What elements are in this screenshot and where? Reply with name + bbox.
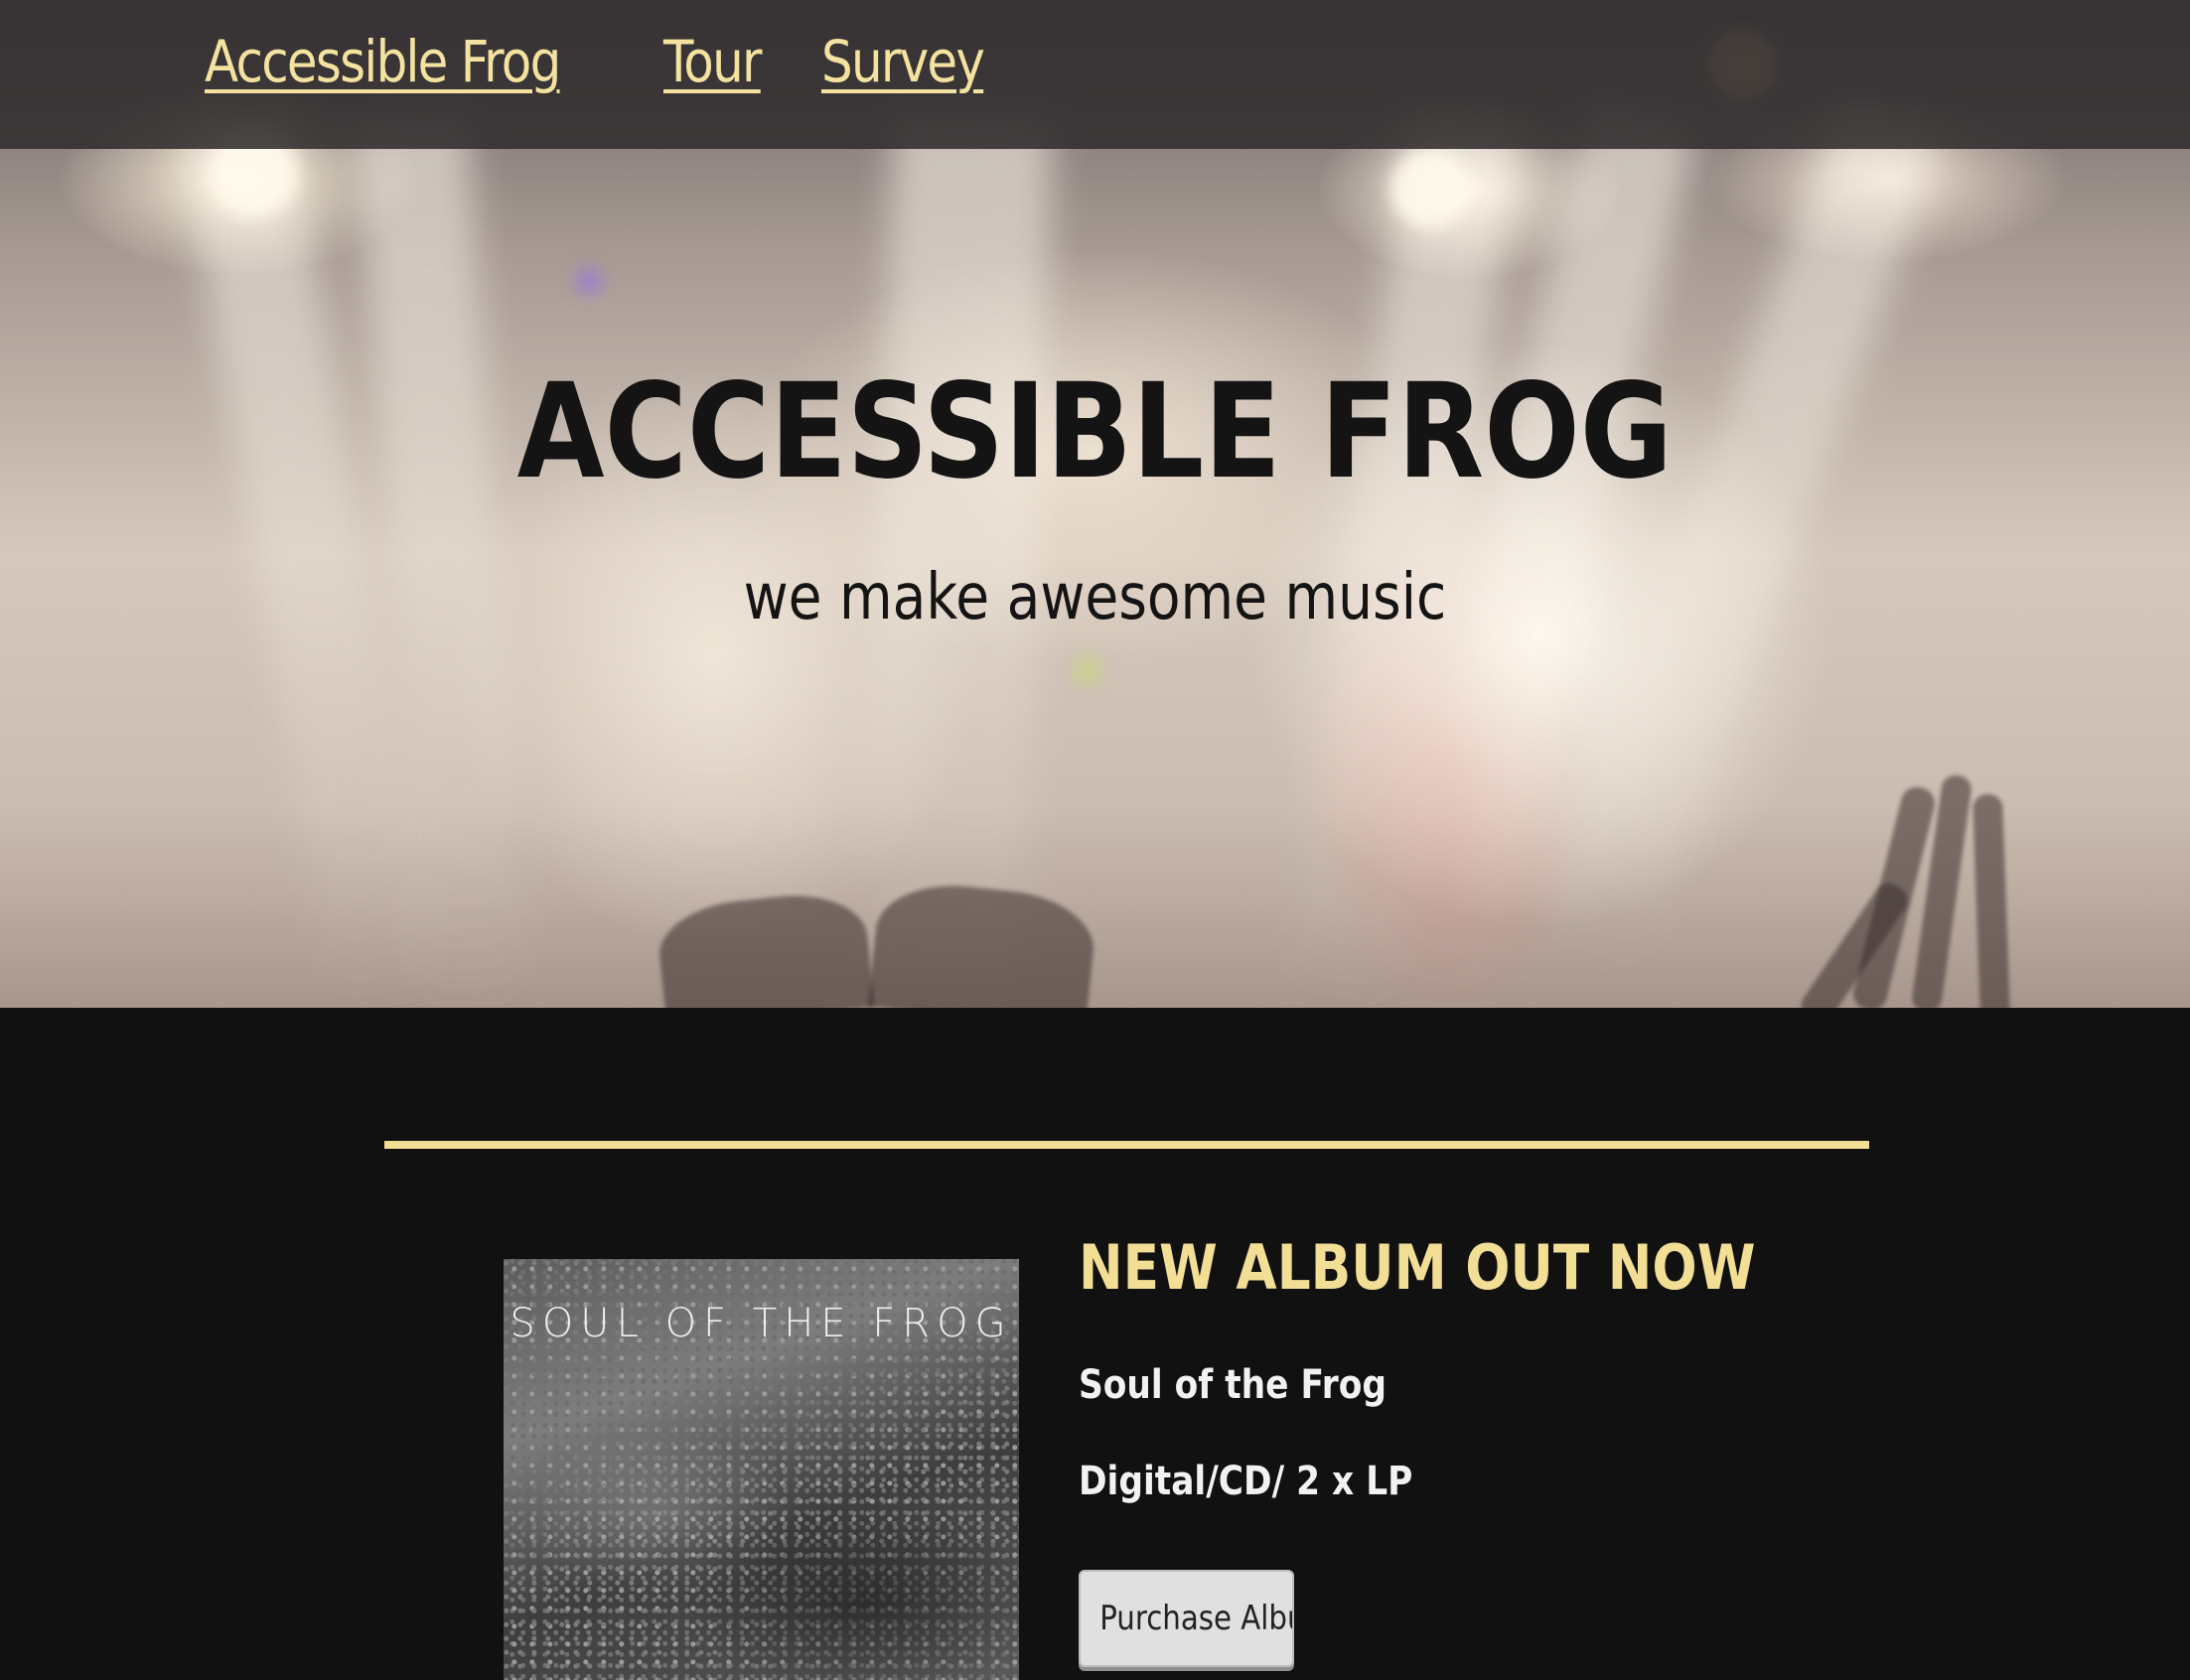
hero-title: ACCESSIBLE FROG bbox=[0, 357, 2190, 506]
album-cover-image: SOUL OF THE FROG bbox=[504, 1259, 1019, 1680]
hero-title-text: ACCESSIBLE FROG bbox=[516, 355, 1674, 508]
hero-subtitle-text: we make awesome music bbox=[743, 561, 1447, 634]
album-cover-title: SOUL OF THE FROG bbox=[510, 1301, 1013, 1346]
section-divider bbox=[384, 1141, 1869, 1149]
album-heading-text: NEW ALBUM OUT NOW bbox=[1079, 1231, 1756, 1304]
hero-subtitle: we make awesome music bbox=[0, 558, 2190, 637]
album-heading: NEW ALBUM OUT NOW bbox=[1079, 1228, 1866, 1308]
nav-link-tour[interactable]: Tour bbox=[663, 22, 762, 101]
purchase-album-button[interactable]: Purchase Album bbox=[1079, 1570, 1294, 1667]
nav-link-home[interactable]: Accessible Frog bbox=[205, 22, 561, 101]
album-formats: Digital/CD/ 2 x LP bbox=[1079, 1454, 1467, 1509]
album-name: Soul of the Frog bbox=[1079, 1357, 1436, 1413]
main-nav: Accessible Frog Tour Survey bbox=[205, 22, 1010, 101]
top-navigation-bar: Accessible Frog Tour Survey bbox=[0, 0, 2190, 149]
nav-link-survey[interactable]: Survey bbox=[821, 22, 985, 101]
album-formats-text: Digital/CD/ 2 x LP bbox=[1079, 1459, 1413, 1504]
page: Accessible Frog Tour Survey ACCESSIBLE F… bbox=[0, 0, 2190, 1680]
purchase-album-label: Purchase Album bbox=[1099, 1599, 1292, 1638]
album-section: SOUL OF THE FROG NEW ALBUM OUT NOW Soul … bbox=[0, 1008, 2190, 1680]
album-name-text: Soul of the Frog bbox=[1079, 1362, 1387, 1408]
